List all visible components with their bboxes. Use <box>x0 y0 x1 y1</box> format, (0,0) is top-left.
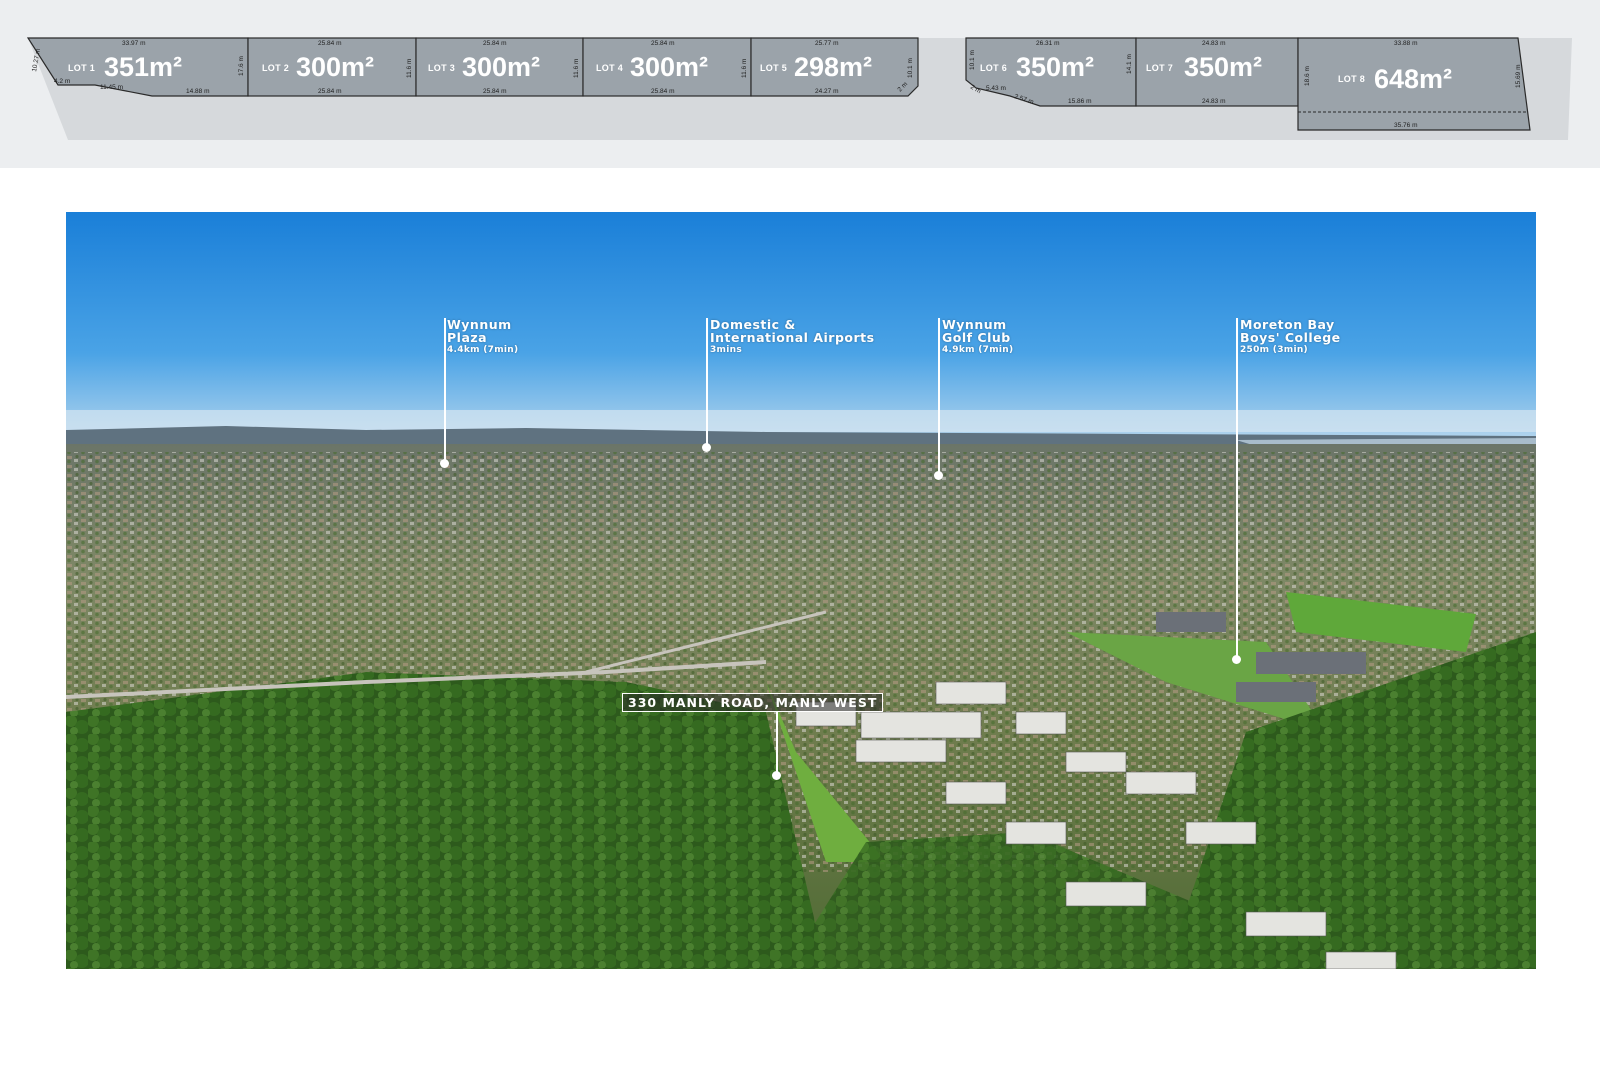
lot-4-label: LOT 4 <box>596 63 623 73</box>
lot-8-label: LOT 8 <box>1338 74 1365 84</box>
lot-3-dim: 11.6 m <box>573 59 580 78</box>
poi-marker-dot <box>934 471 943 480</box>
lot-2-dim: 25.84 m <box>318 88 342 95</box>
lot-6-dim: 15.86 m <box>1068 98 1092 105</box>
lot-6-dim: 5.43 m <box>986 85 1006 92</box>
lot-2-label: LOT 2 <box>262 63 289 73</box>
poi-wynnum-plaza: Wynnum Plaza 4.4km (7min) <box>447 318 518 356</box>
lot-3-dim: 25.84 m <box>483 88 507 95</box>
poi-airports: Domestic & International Airports 3mins <box>710 318 875 356</box>
lot-5-dim: 24.27 m <box>815 88 839 95</box>
lot-8-dim: 18.6 m <box>1304 66 1311 86</box>
poi-moreton-bay-boys-college: Moreton Bay Boys' College 250m (3min) <box>1240 318 1341 356</box>
poi-distance: 3mins <box>710 345 742 356</box>
lot-8-area: 648m² <box>1374 64 1452 94</box>
lot-5-dim: 10.1 m <box>907 58 914 78</box>
lot-7-dim: 24.83 m <box>1202 98 1226 105</box>
address-marker-dot <box>772 771 781 780</box>
lot-5-label: LOT 5 <box>760 63 787 73</box>
lot-1-dim: 17.6 m <box>238 56 245 76</box>
poi-marker-dot <box>440 459 449 468</box>
lot-6-label: LOT 6 <box>980 63 1007 73</box>
lot-8: LOT 8 648m² 33.88 m 35.76 m 18.6 m 15.69… <box>1297 37 1531 131</box>
address-leader-line <box>776 712 778 774</box>
lot-1-area: 351m² <box>104 52 182 82</box>
poi-distance: 4.4km (7min) <box>447 345 519 356</box>
lot-4-dim: 11.6 m <box>741 59 748 78</box>
poi-name: Golf Club <box>942 330 1011 346</box>
lot-5-dim: 25.77 m <box>815 40 839 47</box>
lot-8-dim: 15.69 m <box>1515 65 1522 89</box>
poi-name: Plaza <box>447 330 488 346</box>
lot-2-dim: 25.84 m <box>318 40 342 47</box>
property-address-label: 330 MANLY ROAD, MANLY WEST <box>622 693 884 712</box>
lot-2-area: 300m² <box>296 52 374 82</box>
lot-4: LOT 4 300m² 25.84 m 25.84 m 11.6 m <box>582 37 752 97</box>
lot-6-dim: 14.1 m <box>1126 54 1133 74</box>
lot-3-label: LOT 3 <box>428 63 455 73</box>
lot-7-dim: 24.83 m <box>1202 40 1226 47</box>
lot-3: LOT 3 300m² 25.84 m 25.84 m 11.6 m <box>415 37 584 97</box>
lot-5-area: 298m² <box>794 52 872 82</box>
poi-leader-line <box>1236 318 1238 658</box>
poi-leader-line <box>444 318 446 462</box>
lot-2: LOT 2 300m² 25.84 m 25.84 m 11.6 m <box>247 37 417 97</box>
poi-name: Boys' College <box>1240 330 1341 346</box>
poi-leader-line <box>938 318 940 474</box>
lot-4-dim: 25.84 m <box>651 40 675 47</box>
lot-6-dim: 26.31 m <box>1036 40 1060 47</box>
lot-8-dim: 35.76 m <box>1394 122 1418 129</box>
lot-4-area: 300m² <box>630 52 708 82</box>
lot-5: LOT 5 298m² 25.77 m 24.27 m 10.1 m 2 m <box>750 37 919 97</box>
poi-distance: 250m (3min) <box>1240 345 1308 356</box>
lot-3-area: 300m² <box>462 52 540 82</box>
lot-6-area: 350m² <box>1016 52 1094 82</box>
lot-7: LOT 7 350m² 24.83 m 24.83 m <box>1135 37 1299 107</box>
lot-1-dim: 11.45 m <box>100 84 123 91</box>
lot-7-area: 350m² <box>1184 52 1262 82</box>
lot-8-dim: 33.88 m <box>1394 40 1418 47</box>
lot-6-dim: 10.1 m <box>969 50 976 70</box>
lot-1-dim: 14.88 m <box>186 88 210 95</box>
lot-2-dim: 11.6 m <box>406 59 413 78</box>
lot-4-dim: 25.84 m <box>651 88 675 95</box>
site-plan: LOT 1 351m² 33.97 m 10.27 m 4.2 m 11.45 … <box>26 37 1572 140</box>
poi-marker-dot <box>1232 655 1241 664</box>
lot-7-label: LOT 7 <box>1146 63 1173 73</box>
poi-marker-dot <box>702 443 711 452</box>
lot-1-dim: 33.97 m <box>122 40 146 47</box>
poi-leader-line <box>706 318 708 446</box>
lot-1-dim: 4.2 m <box>54 78 70 85</box>
poi-distance: 4.9km (7min) <box>942 345 1014 356</box>
poi-wynnum-golf-club: Wynnum Golf Club 4.9km (7min) <box>942 318 1013 356</box>
lot-1-label: LOT 1 <box>68 63 95 73</box>
lot-3-dim: 25.84 m <box>483 40 507 47</box>
poi-name: International Airports <box>710 330 875 346</box>
